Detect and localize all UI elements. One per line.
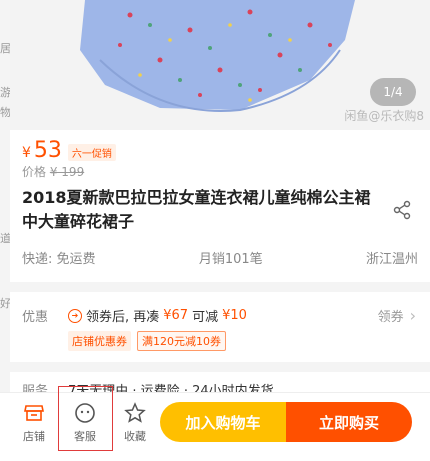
buy-now-button[interactable]: 立即购买 (286, 402, 412, 442)
add-to-cart-button[interactable]: 加入购物车 (160, 402, 286, 442)
coupon-prefix: 领券后, 再凑 (86, 310, 160, 325)
original-price-label: 价格 (22, 165, 47, 179)
share-icon[interactable] (392, 200, 412, 220)
watermark: 闲鱼@乐衣购8 (344, 109, 424, 123)
image-pager-indicator: 1/4 (370, 78, 416, 106)
coupon-amount-2: ¥10 (222, 308, 247, 323)
product-image-gallery[interactable]: 1/4 闲鱼@乐衣购8 (10, 0, 430, 130)
price-currency: ¥ (22, 145, 31, 161)
favorite-label: 收藏 (124, 430, 146, 443)
shop-label: 店铺 (23, 430, 45, 443)
coupon-amount-1: ¥67 (163, 308, 189, 323)
section-divider (10, 362, 430, 372)
get-coupon-label: 领券 (377, 310, 404, 325)
monthly-sales: 月销101笔 (198, 252, 263, 267)
coupon-circle-icon: ➔ (68, 308, 82, 323)
shop-icon (24, 405, 44, 421)
favorite-button[interactable]: 收藏 (111, 393, 159, 453)
price-value: 53 (33, 138, 62, 163)
coupon-mid: 可减 (192, 310, 219, 325)
shipping-info: 快递: 免运费 (22, 252, 96, 267)
section-divider (10, 282, 430, 292)
coupon-threshold-tag: 满120元减10券 (137, 331, 226, 351)
coupon-tags: 店铺优惠券 满120元减10券 (68, 331, 226, 351)
coupon-summary[interactable]: ➔ 领券后, 再凑 ¥67 可减 ¥10 (68, 306, 247, 325)
star-icon (124, 402, 146, 423)
coupon-label: 优惠 (22, 310, 49, 325)
promo-badge: 六一促销 (67, 144, 116, 161)
ship-location: 浙江温州 (365, 252, 418, 267)
original-price-value: ¥ 199 (49, 165, 85, 179)
shop-coupon-tag: 店铺优惠券 (68, 331, 131, 351)
chevron-right-icon: › (409, 306, 416, 325)
price-row: ¥ 53 六一促销 (22, 138, 116, 163)
get-coupon-button[interactable]: 领券 › (378, 306, 416, 325)
original-price: 价格 ¥ 199 (22, 163, 84, 180)
bottom-action-bar: 店铺 客服 收藏 加入购物车 立即购买 (0, 386, 430, 461)
product-meta-row: 快递: 免运费 月销101笔 浙江温州 (22, 248, 418, 267)
shop-button[interactable]: 店铺 (10, 393, 58, 453)
product-title: 2018夏新款巴拉巴拉女童连衣裙儿童纯棉公主裙中大童碎花裙子 (22, 188, 371, 231)
highlight-frame (58, 386, 113, 451)
